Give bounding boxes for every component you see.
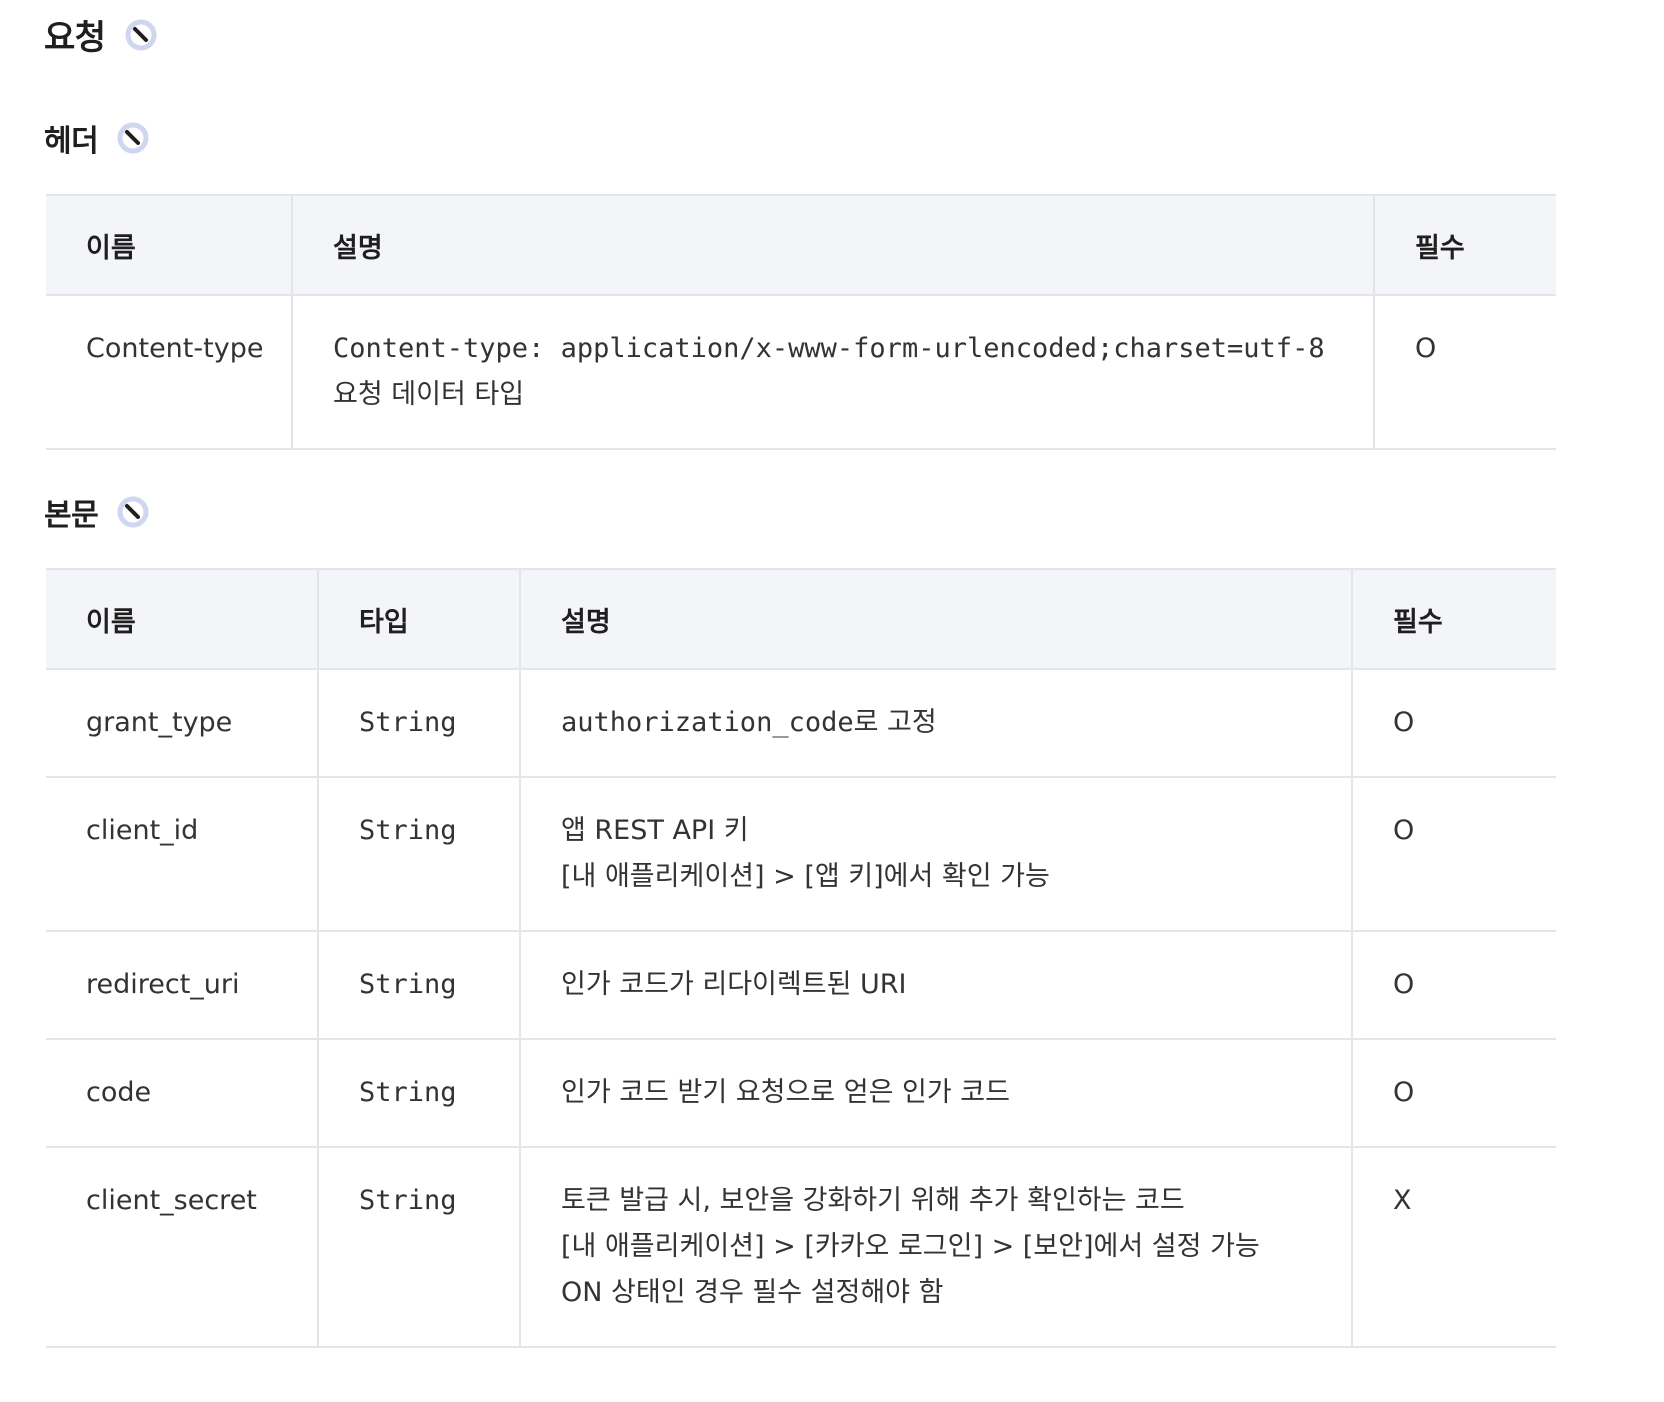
param-description: Content-type: application/x-www-form-url… bbox=[291, 295, 1374, 450]
param-required: O bbox=[1351, 669, 1556, 778]
param-name: Content-type bbox=[46, 295, 292, 450]
description-suffix: 로 고정 bbox=[853, 707, 937, 738]
table-row: redirect_uri String 인가 코드가 리다이렉트된 URI O bbox=[46, 931, 1556, 1040]
body-table-head-row: 이름 타입 설명 필수 bbox=[46, 568, 1556, 670]
description-line: 인가 코드가 리다이렉트된 URI bbox=[561, 969, 907, 1000]
link-icon[interactable] bbox=[116, 495, 150, 529]
section-title: 요청 bbox=[44, 10, 158, 59]
param-description: authorization_code로 고정 bbox=[519, 669, 1352, 778]
description-line: [내 애플리케이션] > [카카오 로그인] > [보안]에서 설정 가능 bbox=[561, 1231, 1260, 1262]
column-header-description: 설명 bbox=[291, 194, 1374, 296]
description-code: Content-type: application/x-www-form-url… bbox=[333, 333, 1325, 364]
param-type: String bbox=[317, 669, 520, 778]
param-required: O bbox=[1351, 931, 1556, 1040]
section-title-text: 요청 bbox=[44, 18, 106, 58]
param-required: O bbox=[1373, 295, 1556, 450]
header-table-head-row: 이름 설명 필수 bbox=[46, 194, 1556, 296]
table-row: grant_type String authorization_code로 고정… bbox=[46, 669, 1556, 778]
table-row: code String 인가 코드 받기 요청으로 얻은 인가 코드 O bbox=[46, 1039, 1556, 1148]
header-table: 이름 설명 필수 Content-type Content-type: appl… bbox=[46, 194, 1556, 450]
param-description: 토큰 발급 시, 보안을 강화하기 위해 추가 확인하는 코드 [내 애플리케이… bbox=[519, 1147, 1352, 1348]
param-name: grant_type bbox=[46, 669, 318, 778]
param-name: client_secret bbox=[46, 1147, 318, 1348]
param-description: 인가 코드가 리다이렉트된 URI bbox=[519, 931, 1352, 1040]
description-line: ON 상태인 경우 필수 설정해야 함 bbox=[561, 1277, 944, 1308]
column-header-required: 필수 bbox=[1351, 568, 1556, 670]
param-type: String bbox=[317, 1147, 520, 1348]
param-required: O bbox=[1351, 1039, 1556, 1148]
param-name: redirect_uri bbox=[46, 931, 318, 1040]
column-header-description: 설명 bbox=[519, 568, 1352, 670]
description-line: [내 애플리케이션] > [앱 키]에서 확인 가능 bbox=[561, 861, 1050, 892]
link-icon[interactable] bbox=[116, 121, 150, 155]
param-name: code bbox=[46, 1039, 318, 1148]
column-header-name: 이름 bbox=[46, 194, 292, 296]
description-line: 앱 REST API 키 bbox=[561, 815, 749, 846]
body-table: 이름 타입 설명 필수 grant_type String authorizat… bbox=[46, 568, 1556, 1348]
column-header-required: 필수 bbox=[1373, 194, 1556, 296]
param-name: client_id bbox=[46, 777, 318, 932]
column-header-type: 타입 bbox=[317, 568, 520, 670]
body-subtitle-text: 본문 bbox=[44, 498, 99, 533]
description-line: 토큰 발급 시, 보안을 강화하기 위해 추가 확인하는 코드 bbox=[561, 1185, 1185, 1216]
param-type: String bbox=[317, 777, 520, 932]
param-required: O bbox=[1351, 777, 1556, 932]
param-description: 인가 코드 받기 요청으로 얻은 인가 코드 bbox=[519, 1039, 1352, 1148]
link-icon[interactable] bbox=[124, 18, 158, 52]
header-subtitle-text: 헤더 bbox=[44, 124, 99, 159]
description-code: authorization_code bbox=[561, 707, 854, 738]
table-row: client_id String 앱 REST API 키 [내 애플리케이션]… bbox=[46, 777, 1556, 932]
param-type: String bbox=[317, 931, 520, 1040]
param-type: String bbox=[317, 1039, 520, 1148]
description-text: 요청 데이터 타입 bbox=[333, 379, 525, 410]
param-description: 앱 REST API 키 [내 애플리케이션] > [앱 키]에서 확인 가능 bbox=[519, 777, 1352, 932]
body-subtitle: 본문 bbox=[44, 490, 150, 534]
table-row: client_secret String 토큰 발급 시, 보안을 강화하기 위… bbox=[46, 1147, 1556, 1348]
header-subtitle: 헤더 bbox=[44, 116, 150, 160]
description-line: 인가 코드 받기 요청으로 얻은 인가 코드 bbox=[561, 1077, 1010, 1108]
table-row: Content-type Content-type: application/x… bbox=[46, 295, 1556, 450]
column-header-name: 이름 bbox=[46, 568, 318, 670]
param-required: X bbox=[1351, 1147, 1556, 1348]
